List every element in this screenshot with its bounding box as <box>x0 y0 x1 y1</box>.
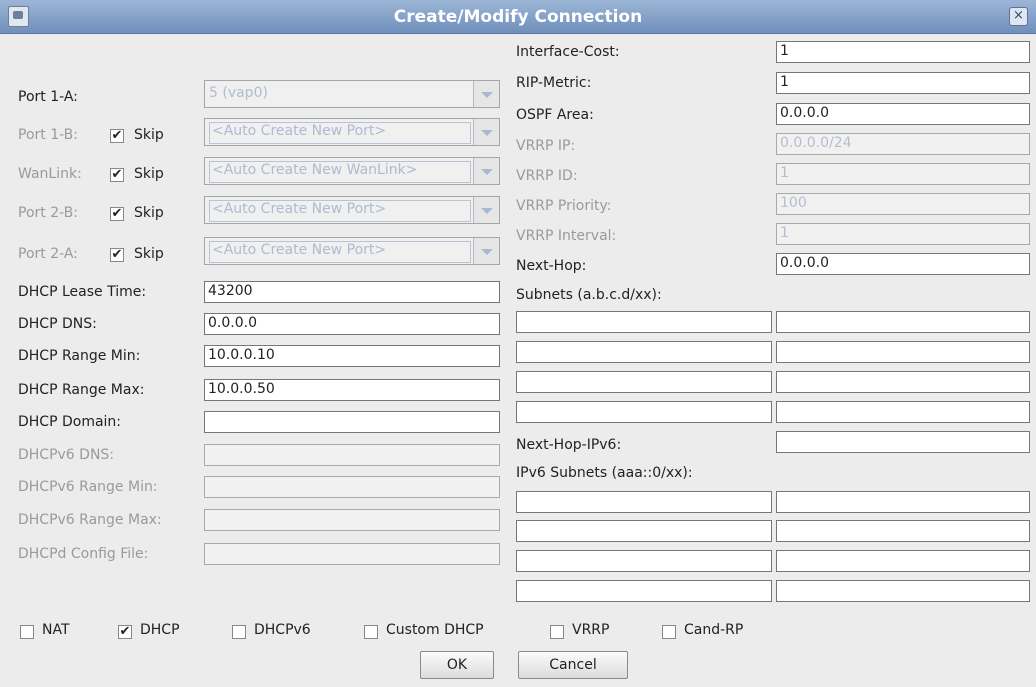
ipv6-subnet-field[interactable] <box>776 550 1030 572</box>
port2b-skip-label: Skip <box>134 205 164 221</box>
port2b-value: <Auto Create New Port> <box>209 200 471 222</box>
dhcp-range-max-label: DHCP Range Max: <box>18 382 145 398</box>
subnet-field[interactable] <box>516 311 772 333</box>
dhcpv6-dns-label: DHCPv6 DNS: <box>18 447 115 463</box>
wanlink-label: WanLink: <box>18 166 82 182</box>
vrrp-interval-label: VRRP Interval: <box>516 228 617 244</box>
ipv6-subnet-field[interactable] <box>516 520 772 542</box>
port1a-label: Port 1-A: <box>18 89 78 105</box>
rip-metric-field[interactable]: 1 <box>776 72 1030 94</box>
dhcpv6-range-min-field[interactable] <box>204 476 500 498</box>
port2a-skip-checkbox[interactable]: ✔ <box>110 248 124 262</box>
port2a-value: <Auto Create New Port> <box>209 241 471 263</box>
next-hop-ipv6-field[interactable] <box>776 431 1030 453</box>
vrrp-ip-label: VRRP IP: <box>516 138 576 154</box>
chevron-down-icon <box>473 119 499 145</box>
subnet-field[interactable] <box>776 371 1030 393</box>
ipv6-subnet-field[interactable] <box>516 550 772 572</box>
port1b-value: <Auto Create New Port> <box>209 122 471 144</box>
port1b-skip-checkbox[interactable]: ✔ <box>110 129 124 143</box>
interface-cost-label: Interface-Cost: <box>516 44 620 60</box>
chevron-down-icon <box>473 81 499 107</box>
port2a-label: Port 2-A: <box>18 246 78 262</box>
dhcp-label: DHCP <box>140 622 180 638</box>
dhcp-range-min-label: DHCP Range Min: <box>18 348 141 364</box>
dhcp-range-max-field[interactable]: 10.0.0.50 <box>204 379 500 401</box>
port2b-skip-checkbox[interactable]: ✔ <box>110 207 124 221</box>
dhcpv6-range-max-field[interactable] <box>204 509 500 531</box>
dhcpv6-label: DHCPv6 <box>254 622 311 638</box>
dhcp-lease-field[interactable]: 43200 <box>204 281 500 303</box>
next-hop-field[interactable]: 0.0.0.0 <box>776 253 1030 275</box>
vrrp-priority-label: VRRP Priority: <box>516 198 612 214</box>
title-bar: Create/Modify Connection × <box>0 0 1036 34</box>
dhcpv6-range-max-label: DHCPv6 Range Max: <box>18 512 162 528</box>
port1a-value: 5 (vap0) <box>209 85 268 101</box>
dhcpv6-checkbox[interactable] <box>232 625 246 639</box>
port1b-skip-label: Skip <box>134 127 164 143</box>
dhcp-lease-label: DHCP Lease Time: <box>18 284 147 300</box>
subnet-field[interactable] <box>776 401 1030 423</box>
vrrp-priority-field[interactable]: 100 <box>776 193 1030 215</box>
ipv6-subnet-field[interactable] <box>776 491 1030 513</box>
chevron-down-icon <box>473 158 499 184</box>
cancel-button[interactable]: Cancel <box>518 651 628 679</box>
next-hop-label: Next-Hop: <box>516 258 587 274</box>
dhcp-domain-label: DHCP Domain: <box>18 414 122 430</box>
wanlink-skip-checkbox[interactable]: ✔ <box>110 168 124 182</box>
ospf-area-field[interactable]: 0.0.0.0 <box>776 103 1030 125</box>
dhcp-dns-field[interactable]: 0.0.0.0 <box>204 313 500 335</box>
interface-cost-field[interactable]: 1 <box>776 41 1030 63</box>
rip-metric-label: RIP-Metric: <box>516 75 592 91</box>
close-icon[interactable]: × <box>1009 7 1028 26</box>
port2a-skip-label: Skip <box>134 246 164 262</box>
dhcp-checkbox[interactable]: ✔ <box>118 625 132 639</box>
chevron-down-icon <box>473 238 499 264</box>
vrrp-ip-field[interactable]: 0.0.0.0/24 <box>776 133 1030 155</box>
vrrp-interval-field[interactable]: 1 <box>776 223 1030 245</box>
custom-dhcp-label: Custom DHCP <box>386 622 484 638</box>
dhcpv6-range-min-label: DHCPv6 Range Min: <box>18 479 158 495</box>
vrrp-label: VRRP <box>572 622 610 638</box>
port2b-select[interactable]: <Auto Create New Port> <box>204 196 500 224</box>
subnet-field[interactable] <box>516 401 772 423</box>
ospf-area-label: OSPF Area: <box>516 107 594 123</box>
subnet-field[interactable] <box>776 341 1030 363</box>
subnet-field[interactable] <box>516 371 772 393</box>
window-title: Create/Modify Connection <box>393 7 643 27</box>
ipv6-subnets-label: IPv6 Subnets (aaa::0/xx): <box>516 465 693 481</box>
wanlink-skip-label: Skip <box>134 166 164 182</box>
subnet-field[interactable] <box>516 341 772 363</box>
ipv6-subnet-field[interactable] <box>516 580 772 602</box>
subnet-field[interactable] <box>776 311 1030 333</box>
port2a-select[interactable]: <Auto Create New Port> <box>204 237 500 265</box>
ipv6-subnet-field[interactable] <box>776 580 1030 602</box>
dhcp-dns-label: DHCP DNS: <box>18 316 97 332</box>
nat-checkbox[interactable] <box>20 625 34 639</box>
ok-button[interactable]: OK <box>420 651 494 679</box>
port1a-select[interactable]: 5 (vap0) <box>204 80 500 108</box>
dhcpd-config-label: DHCPd Config File: <box>18 546 149 562</box>
custom-dhcp-checkbox[interactable] <box>364 625 378 639</box>
cand-rp-checkbox[interactable] <box>662 625 676 639</box>
chevron-down-icon <box>473 197 499 223</box>
port2b-label: Port 2-B: <box>18 205 78 221</box>
port1b-label: Port 1-B: <box>18 127 78 143</box>
dhcpd-config-field[interactable] <box>204 543 500 565</box>
ipv6-subnet-field[interactable] <box>776 520 1030 542</box>
dhcp-domain-field[interactable] <box>204 411 500 433</box>
cand-rp-label: Cand-RP <box>684 622 744 638</box>
dhcp-range-min-field[interactable]: 10.0.0.10 <box>204 345 500 367</box>
subnets-label: Subnets (a.b.c.d/xx): <box>516 287 662 303</box>
dhcpv6-dns-field[interactable] <box>204 444 500 466</box>
ipv6-subnet-field[interactable] <box>516 491 772 513</box>
next-hop-ipv6-label: Next-Hop-IPv6: <box>516 437 622 453</box>
vrrp-id-label: VRRP ID: <box>516 168 578 184</box>
nat-label: NAT <box>42 622 70 638</box>
wanlink-value: <Auto Create New WanLink> <box>209 161 471 183</box>
vrrp-checkbox[interactable] <box>550 625 564 639</box>
wanlink-select[interactable]: <Auto Create New WanLink> <box>204 157 500 185</box>
vrrp-id-field[interactable]: 1 <box>776 163 1030 185</box>
port1b-select[interactable]: <Auto Create New Port> <box>204 118 500 146</box>
